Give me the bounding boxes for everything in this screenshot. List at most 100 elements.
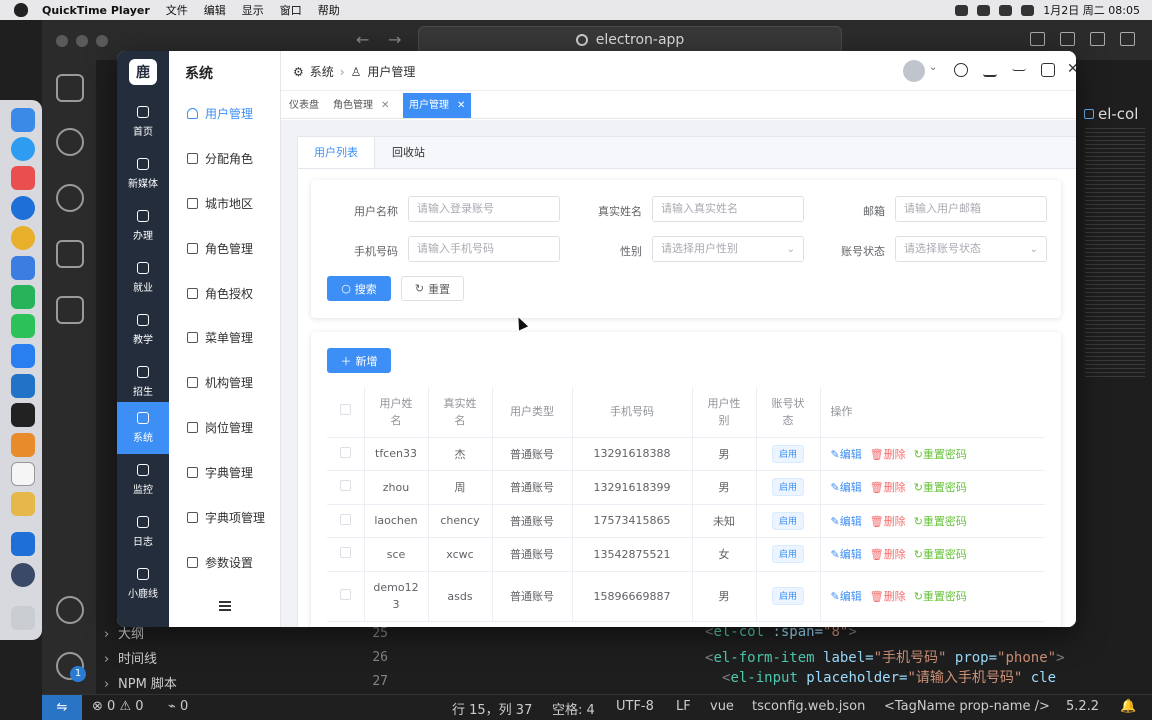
nav-home[interactable]: 首页 <box>117 96 169 148</box>
reset-password-button[interactable]: ↻重置密码 <box>914 513 967 529</box>
row-checkbox[interactable] <box>339 480 351 492</box>
close-icon[interactable]: ✕ <box>457 100 465 111</box>
menu-edit[interactable]: 编辑 <box>204 2 226 18</box>
spotlight-icon[interactable] <box>1021 4 1035 16</box>
fullscreen-icon[interactable] <box>1041 63 1055 77</box>
submenu-dict-management[interactable]: 字典管理 <box>187 462 281 482</box>
account-icon[interactable] <box>56 596 84 624</box>
menubar-clock[interactable]: 1月2日 周二 08:05 <box>1043 2 1140 18</box>
app-icon[interactable] <box>11 196 35 220</box>
command-center-search[interactable]: electron-app <box>418 26 842 54</box>
download-icon[interactable] <box>983 63 997 77</box>
username-input[interactable]: 请输入登录账号 <box>408 196 560 222</box>
menu-file[interactable]: 文件 <box>166 2 188 18</box>
explorer-icon[interactable] <box>56 74 84 102</box>
edit-button[interactable]: ✎编辑 <box>831 546 862 562</box>
deer-logo-icon[interactable]: 鹿 <box>129 59 157 85</box>
nav-xiaoluxian[interactable]: 小鹿线 <box>117 558 169 610</box>
reset-password-button[interactable]: ↻重置密码 <box>914 446 967 462</box>
row-checkbox[interactable] <box>339 446 351 458</box>
delete-button[interactable]: 🗑删除 <box>870 513 906 529</box>
close-icon[interactable]: ✕ <box>381 100 389 111</box>
submenu-params[interactable]: 参数设置 <box>187 552 281 572</box>
search-button[interactable]: ○ 搜索 <box>327 276 391 301</box>
email-input[interactable]: 请输入用户邮箱 <box>895 196 1047 222</box>
editor-tab-el-col[interactable]: el-col <box>1078 100 1152 128</box>
npm-scripts-section[interactable]: › NPM 脚本 <box>104 673 177 692</box>
gender-select[interactable]: 请选择用户性别 ⌄ <box>652 236 804 262</box>
submenu-post-management[interactable]: 岗位管理 <box>187 417 281 437</box>
typora-icon[interactable] <box>11 462 35 486</box>
apple-icon[interactable] <box>14 3 28 17</box>
menu-help[interactable]: 帮助 <box>318 2 340 18</box>
source-control-icon[interactable] <box>56 184 84 212</box>
submenu-city-region[interactable]: 城市地区 <box>187 193 281 213</box>
tag-role-management[interactable]: 角色管理 ✕ <box>327 93 395 118</box>
reset-password-button[interactable]: ↻重置密码 <box>914 479 967 495</box>
language-status[interactable]: vue <box>710 699 734 714</box>
electron-app-icon[interactable] <box>11 532 35 556</box>
breadcrumb-system[interactable]: 系统 <box>310 63 334 80</box>
tab-user-list[interactable]: 用户列表 <box>298 137 375 169</box>
toggle-panel-icon[interactable] <box>1060 32 1075 46</box>
zoom-dot[interactable] <box>96 35 108 47</box>
hbuilder-icon[interactable] <box>11 285 35 309</box>
version-status[interactable]: 5.2.2 <box>1066 699 1099 714</box>
row-checkbox[interactable] <box>339 513 351 525</box>
reset-password-button[interactable]: ↻重置密码 <box>914 588 967 605</box>
submenu-role-management[interactable]: 角色管理 <box>187 238 281 258</box>
code-line-27[interactable]: <el-input placeholder="请输入手机号码" cle <box>722 667 1056 687</box>
edit-button[interactable]: ✎编辑 <box>831 513 862 529</box>
nav-system[interactable]: 系统 <box>117 402 169 454</box>
launchpad-icon[interactable] <box>11 166 35 190</box>
delete-button[interactable]: 🗑删除 <box>870 588 906 605</box>
nav-handle[interactable]: 办理 <box>117 200 169 252</box>
close-dot[interactable] <box>56 35 68 47</box>
safari-icon[interactable] <box>11 137 35 161</box>
back-arrow-icon[interactable]: ← <box>356 30 369 49</box>
avatar[interactable] <box>903 60 925 82</box>
submenu-dict-item-management[interactable]: 字典项管理 <box>187 507 281 527</box>
edit-button[interactable]: ✎编辑 <box>831 479 862 495</box>
row-checkbox[interactable] <box>339 588 351 600</box>
baidu-icon[interactable] <box>11 256 35 280</box>
nav-employment[interactable]: 就业 <box>117 252 169 304</box>
nav-enrollment[interactable]: 招生 <box>117 356 169 408</box>
chevron-down-icon[interactable]: ⌄ <box>929 62 937 73</box>
minimap[interactable] <box>1085 128 1145 378</box>
edit-button[interactable]: ✎编辑 <box>831 588 862 605</box>
tag-dashboard[interactable]: 仪表盘 <box>283 93 325 118</box>
wechat-icon[interactable] <box>11 314 35 338</box>
indent-status[interactable]: 空格: 4 <box>552 699 595 718</box>
run-debug-icon[interactable] <box>56 240 84 268</box>
tag-user-management[interactable]: 用户管理 ✕ <box>403 93 472 118</box>
tab-recycle-bin[interactable]: 回收站 <box>376 137 441 169</box>
tag-format-status[interactable]: <TagName prop-name /> <box>884 699 1050 714</box>
trash-icon[interactable] <box>11 606 35 630</box>
record-icon[interactable] <box>955 4 969 16</box>
minimize-dot[interactable] <box>76 35 88 47</box>
select-all-checkbox[interactable] <box>339 404 351 416</box>
nav-log[interactable]: 日志 <box>117 506 169 558</box>
submenu-user-management[interactable]: 用户管理 <box>187 103 281 123</box>
errors-status[interactable]: ⊗ 0 ⚠ 0 <box>92 699 144 714</box>
menu-app-name[interactable]: QuickTime Player <box>42 4 150 17</box>
delete-button[interactable]: 🗑删除 <box>870 479 906 495</box>
toggle-sidebar-icon[interactable] <box>1030 32 1045 46</box>
edit-button[interactable]: ✎编辑 <box>831 446 862 462</box>
electron-icon[interactable] <box>11 563 35 587</box>
menu-view[interactable]: 显示 <box>242 2 264 18</box>
feishu-icon[interactable] <box>11 344 35 368</box>
toggle-secondary-icon[interactable] <box>1090 32 1105 46</box>
nav-monitor[interactable]: 监控 <box>117 454 169 506</box>
battery-icon[interactable] <box>999 4 1013 16</box>
tsconfig-status[interactable]: tsconfig.web.json <box>752 699 865 714</box>
chat-icon[interactable] <box>954 63 968 77</box>
finder-icon[interactable] <box>11 108 35 132</box>
encoding-status[interactable]: UTF-8 <box>616 699 654 714</box>
cursor-position[interactable]: 行 15，列 37 <box>452 699 532 718</box>
ports-status[interactable]: ⌁ 0 <box>168 699 188 714</box>
sublime-icon[interactable] <box>11 433 35 457</box>
timeline-section[interactable]: › 时间线 <box>104 648 157 667</box>
menu-window[interactable]: 窗口 <box>280 2 302 18</box>
